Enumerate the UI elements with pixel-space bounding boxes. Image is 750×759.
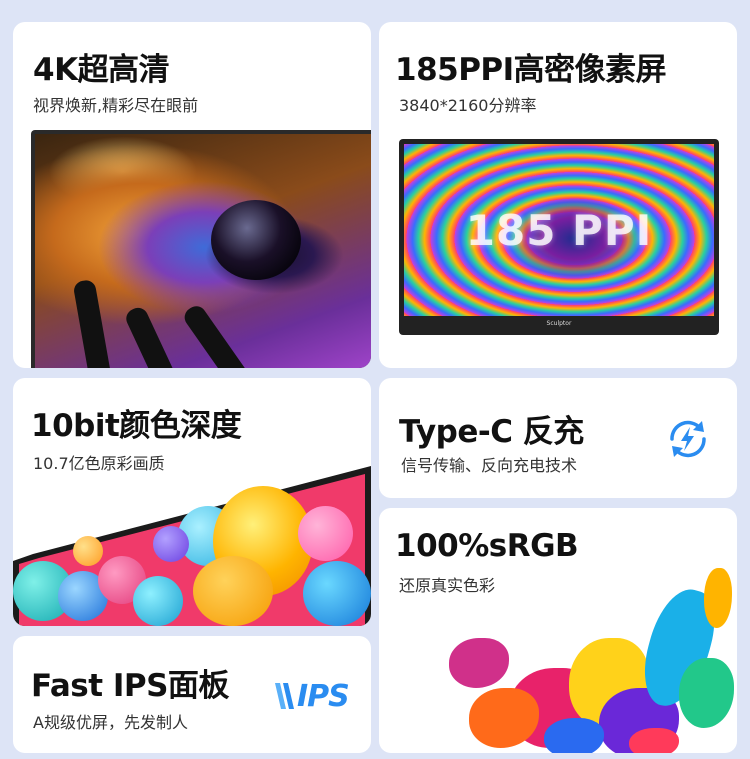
card-ips-subtitle: A规级优屏，先发制人 xyxy=(33,713,188,732)
card-ips: Fast IPS面板 A规级优屏，先发制人 IPS xyxy=(13,636,371,753)
card-10bit: 10bit颜色深度 10.7亿色原彩画质 xyxy=(13,378,371,626)
card-ppi: 185PPI高密像素屏 3840*2160分辨率 185 PPI Sculpto… xyxy=(379,22,737,368)
ppi-monitor-image: 185 PPI Sculptor xyxy=(399,139,719,335)
bee-monitor-image xyxy=(31,130,371,368)
card-10bit-title: 10bit颜色深度 xyxy=(31,408,242,444)
card-4k-subtitle: 视界焕新,精彩尽在眼前 xyxy=(33,96,199,115)
ips-logo-icon: IPS xyxy=(275,676,355,716)
monitor-brand: Sculptor xyxy=(546,319,572,327)
card-ppi-subtitle: 3840*2160分辨率 xyxy=(399,96,537,115)
ppi-screen-text: 185 PPI xyxy=(465,205,653,255)
lightning-refresh-icon xyxy=(662,413,714,465)
paint-splash-image xyxy=(449,568,737,753)
card-4k: 4K超高清 视界焕新,精彩尽在眼前 xyxy=(13,22,371,368)
card-4k-title: 4K超高清 xyxy=(33,52,170,88)
card-srgb: 100%sRGB 还原真实色彩 xyxy=(379,508,737,753)
card-srgb-title: 100%sRGB xyxy=(395,528,579,564)
ppi-screen: 185 PPI xyxy=(404,144,714,316)
balloons-image xyxy=(13,466,371,626)
card-ips-title: Fast IPS面板 xyxy=(31,668,229,704)
card-typec-subtitle: 信号传输、反向充电技术 xyxy=(401,456,578,475)
card-typec-title: Type-C 反充 xyxy=(399,414,584,450)
card-ppi-title: 185PPI高密像素屏 xyxy=(395,52,667,88)
card-typec: Type-C 反充 信号传输、反向充电技术 xyxy=(379,378,737,498)
ips-logo-text: IPS xyxy=(297,678,350,714)
